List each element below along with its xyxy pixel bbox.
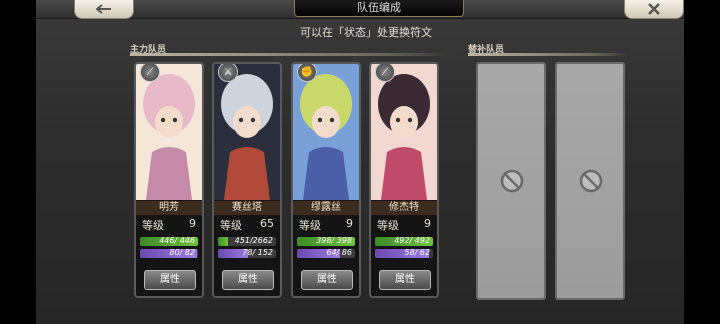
hp-value: 398/ 398 [316,237,352,245]
empty-slot-icon [500,169,524,193]
back-arrow-icon [96,4,111,14]
right-letterbox [684,0,720,324]
level-label: 等级 [142,219,164,232]
hp-bar: 451/2662 [218,237,276,246]
level-label: 等级 [220,219,242,232]
page-title: 队伍编成 [294,0,464,17]
hp-value: 451/2662 [234,237,273,245]
character-portrait [293,64,359,200]
attributes-button[interactable]: 属性 [301,270,353,290]
mp-value: 58/ 62 [404,249,430,257]
level-value: 9 [346,217,353,230]
reserve-slot-2[interactable] [555,62,625,300]
level-value: 65 [260,217,274,230]
close-icon [648,3,660,15]
reserve-slot-1[interactable] [476,62,546,300]
mp-bar: 58/ 62 [375,249,433,258]
level-label: 等级 [299,219,321,232]
hp-value: 492/ 492 [394,237,430,245]
back-button[interactable] [74,0,134,19]
mp-value: 80/ 82 [169,249,195,257]
hp-bar: 492/ 492 [375,237,433,246]
character-name: 赛丝塔 [214,201,280,215]
mp-bar: 80/ 82 [140,249,198,258]
main-members-divider [130,53,450,56]
level-label: 等级 [377,219,399,232]
level-value: 9 [424,217,431,230]
character-portrait [214,64,280,200]
sword-icon: ⚔ [218,64,238,82]
attributes-button[interactable]: 属性 [144,270,196,290]
character-portrait [371,64,437,200]
level-value: 9 [189,217,196,230]
character-name: 缪露丝 [293,201,359,215]
character-card[interactable]: ⟋ 修杰特 等级 9 492/ 492 58/ 62 属性 [369,62,439,298]
character-card[interactable]: ⟋ 明芳 等级 9 446/ 446 80/ 82 属性 [134,62,204,298]
character-portrait [136,64,202,200]
left-letterbox [0,0,36,324]
attributes-button[interactable]: 属性 [379,270,431,290]
rune-hint-text: 可以在「状态」处更换符文 [300,26,432,39]
attributes-button[interactable]: 属性 [222,270,274,290]
mp-value: 78/ 152 [242,249,273,257]
hp-bar: 446/ 446 [140,237,198,246]
character-card[interactable]: ⚔ 赛丝塔 等级 65 451/2662 78/ 152 属性 [212,62,282,298]
fist-icon: ✊ [297,64,317,82]
character-name: 修杰特 [371,201,437,215]
mp-value: 64/ 86 [326,249,352,257]
character-card[interactable]: ✊ 缪露丝 等级 9 398/ 398 64/ 86 属性 [291,62,361,298]
close-button[interactable] [624,0,684,19]
spear-icon: ⟋ [140,64,160,82]
mp-bar: 78/ 152 [218,249,276,258]
empty-slot-icon [579,169,603,193]
reserve-members-divider [468,53,628,56]
team-formation-screen: 队伍编成 可以在「状态」处更换符文 主力队员 替补队员 ⟋ 明芳 等级 9 44… [36,0,684,324]
character-name: 明芳 [136,201,202,215]
hp-bar: 398/ 398 [297,237,355,246]
hp-value: 446/ 446 [159,237,195,245]
mp-bar: 64/ 86 [297,249,355,258]
staff-icon: ⟋ [375,64,395,82]
